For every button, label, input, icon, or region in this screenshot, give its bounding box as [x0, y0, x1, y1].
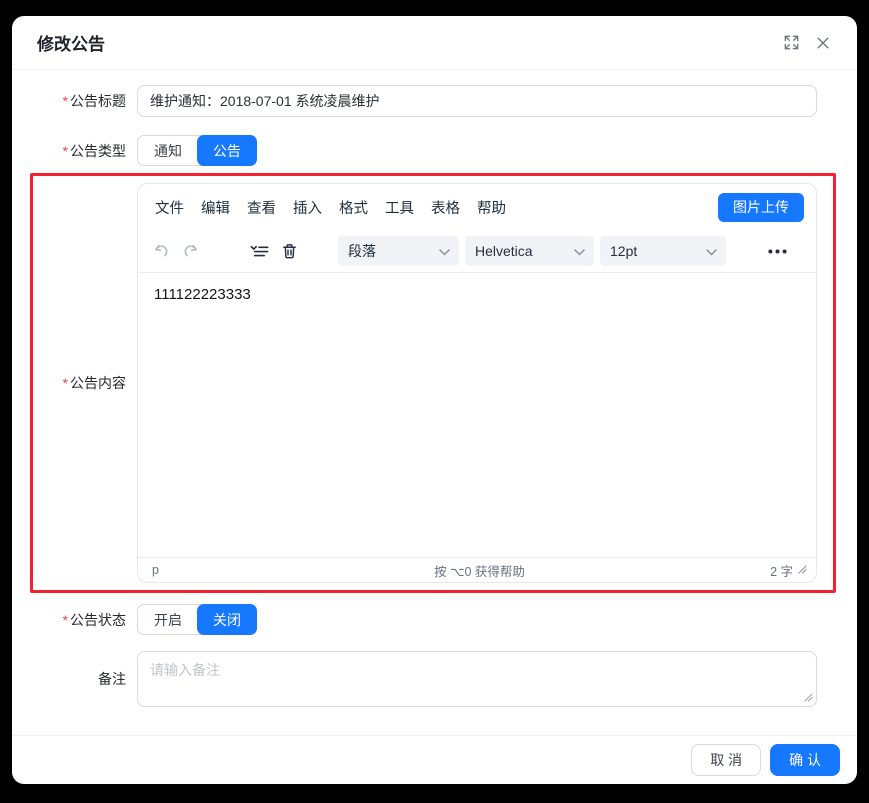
status-segmented-control: 开启 关闭 — [137, 604, 257, 635]
menu-item-edit[interactable]: 编辑 — [201, 197, 230, 218]
font-family-value: Helvetica — [475, 243, 533, 259]
rich-text-editor: 文件 编辑 查看 插入 格式 工具 表格 帮助 图片上传 — [137, 183, 817, 583]
status-label-text: 公告状态 — [70, 612, 126, 628]
trash-icon[interactable] — [274, 236, 304, 266]
more-toolbar-options-icon[interactable] — [762, 236, 792, 266]
menu-item-insert[interactable]: 插入 — [293, 197, 322, 218]
redo-icon[interactable] — [176, 236, 206, 266]
type-row: *公告类型 通知 公告 — [12, 135, 857, 166]
status-label: *公告状态 — [12, 610, 126, 630]
required-asterisk: * — [63, 93, 68, 109]
cancel-button[interactable]: 取 消 — [691, 744, 761, 776]
required-asterisk: * — [63, 612, 68, 628]
resize-grip-icon[interactable] — [804, 693, 813, 702]
menu-item-format[interactable]: 格式 — [339, 197, 368, 218]
type-label: *公告类型 — [12, 141, 126, 161]
font-size-select[interactable]: 12pt — [600, 236, 726, 266]
status-row: *公告状态 开启 关闭 — [12, 604, 857, 635]
remark-field — [137, 651, 817, 707]
chevron-down-icon — [706, 243, 717, 259]
remark-label-text: 备注 — [98, 671, 126, 687]
title-label: *公告标题 — [12, 91, 126, 111]
type-field: 通知 公告 — [137, 135, 257, 166]
required-asterisk: * — [63, 143, 68, 159]
list-options-icon[interactable] — [244, 236, 274, 266]
remark-row: 备注 — [12, 651, 857, 707]
close-icon[interactable] — [815, 35, 831, 51]
title-field — [137, 85, 817, 117]
editor-menu-items: 文件 编辑 查看 插入 格式 工具 表格 帮助 — [155, 197, 718, 218]
remark-input[interactable] — [137, 651, 817, 707]
menu-item-help[interactable]: 帮助 — [477, 197, 506, 218]
modal-footer: 取 消 确 认 — [12, 735, 857, 784]
edit-announcement-modal: 修改公告 *公告标题 *公告类型 — [12, 16, 857, 784]
paragraph-format-value: 段落 — [348, 241, 376, 261]
menu-item-table[interactable]: 表格 — [431, 197, 460, 218]
title-label-text: 公告标题 — [70, 93, 126, 109]
editor-toolbar: 段落 Helvetica 12pt — [138, 230, 816, 273]
editor-paragraph: 111122223333 — [154, 286, 800, 303]
paragraph-format-select[interactable]: 段落 — [338, 236, 459, 266]
menu-item-file[interactable]: 文件 — [155, 197, 184, 218]
undo-icon[interactable] — [146, 236, 176, 266]
title-input[interactable] — [137, 85, 817, 117]
header-icons — [783, 34, 831, 51]
page-title: 修改公告 — [37, 30, 783, 55]
content-label: *公告内容 — [33, 373, 126, 393]
chevron-down-icon — [439, 243, 450, 259]
content-label-text: 公告内容 — [70, 375, 126, 391]
chevron-down-icon — [574, 243, 585, 259]
editor-content-area[interactable]: 111122223333 — [138, 273, 816, 557]
type-option-announcement[interactable]: 公告 — [197, 135, 257, 166]
fullscreen-icon[interactable] — [783, 34, 800, 51]
content-highlight-box: *公告内容 文件 编辑 查看 插入 格式 工具 表格 帮助 图片上传 — [30, 173, 836, 593]
font-size-value: 12pt — [610, 243, 637, 259]
remark-label: 备注 — [12, 669, 126, 689]
title-row: *公告标题 — [12, 85, 857, 117]
menu-item-tools[interactable]: 工具 — [385, 197, 414, 218]
resize-grip-icon[interactable] — [798, 563, 807, 577]
modal-header: 修改公告 — [12, 16, 857, 70]
editor-menu-bar: 文件 编辑 查看 插入 格式 工具 表格 帮助 图片上传 — [138, 184, 816, 230]
help-shortcut-text: 按 ⌥0 获得帮助 — [434, 561, 525, 580]
word-count: 2 字 — [770, 561, 793, 580]
required-asterisk: * — [63, 375, 68, 391]
type-label-text: 公告类型 — [70, 143, 126, 159]
status-option-on[interactable]: 开启 — [138, 605, 198, 634]
menu-item-view[interactable]: 查看 — [247, 197, 276, 218]
status-field: 开启 关闭 — [137, 604, 257, 635]
confirm-button[interactable]: 确 认 — [770, 744, 840, 776]
type-option-notice[interactable]: 通知 — [138, 136, 198, 165]
font-family-select[interactable]: Helvetica — [465, 236, 594, 266]
element-path[interactable]: p — [152, 563, 434, 577]
editor-status-bar: p 按 ⌥0 获得帮助 2 字 — [138, 557, 816, 582]
type-segmented-control: 通知 公告 — [137, 135, 257, 166]
status-option-off[interactable]: 关闭 — [197, 604, 257, 635]
image-upload-button[interactable]: 图片上传 — [718, 193, 804, 222]
